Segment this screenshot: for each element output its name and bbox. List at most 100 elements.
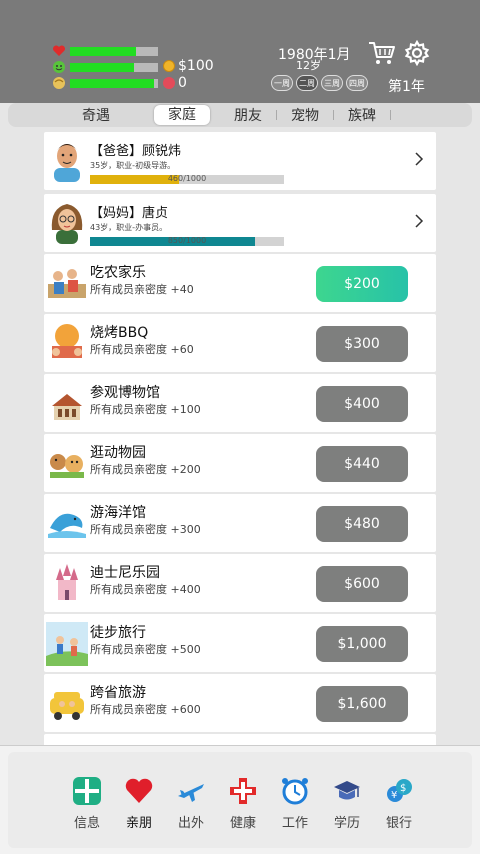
health-bar-fill [70,46,136,56]
info-grid-icon [73,777,101,805]
mom-avatar [51,204,83,244]
activity-name: 逛动物园 [90,445,146,461]
activity-description: 所有成员亲密度 +100 [90,403,201,416]
zoo-image [50,454,84,478]
road-trip-car-image [50,692,84,720]
tab-divider [390,110,391,120]
mood-bar [70,62,158,72]
nav-travel[interactable]: 出外 [166,776,216,831]
intimacy-bar: 850/1000 [90,236,284,246]
svg-text:$: $ [400,783,406,794]
smart-bar-fill [70,78,154,88]
bottom-nav-panel: 信息 亲朋 出外 健康 工作 学历 ¥ $ 银行 [8,752,472,848]
nav-health[interactable]: 健康 [218,776,268,831]
graduation-cap-icon [334,781,360,800]
buy-activity-button[interactable]: $600 [316,566,408,602]
activity-card: 烧烤BBQ 所有成员亲密度 +60 $300 [44,314,436,372]
family-member-card[interactable]: 【爸爸】顾锐炜 35岁，职业-初级导游。 460/1000 [44,132,436,190]
mood-bar-fill [70,62,135,72]
chevron-right-icon[interactable] [414,214,424,228]
currency-exchange-icon: ¥$ [387,779,412,802]
nav-label: 银行 [385,816,412,831]
coin-icon [163,60,175,72]
tab-monument[interactable]: 族碑 [334,105,390,125]
heart-icon [52,45,66,56]
week-indicator: 一周 二周 三周 四周 [271,75,368,91]
activity-description: 所有成员亲密度 +400 [90,583,201,596]
buy-activity-button[interactable]: $480 [316,506,408,542]
member-description: 35岁，职业-初级导游。 [90,161,176,170]
nav-work[interactable]: 工作 [270,776,320,831]
activity-description: 所有成员亲密度 +300 [90,523,201,536]
activity-name: 徒步旅行 [90,625,146,641]
heart-coin-icon [163,77,175,89]
activity-description: 所有成员亲密度 +40 [90,283,194,296]
activity-description: 所有成员亲密度 +200 [90,463,201,476]
player-age: 12岁 [296,59,321,72]
nav-label: 信息 [73,816,100,831]
brain-head-icon [53,77,65,89]
nav-family[interactable]: 亲朋 [114,776,164,831]
activity-description: 所有成员亲密度 +500 [90,643,201,656]
nav-info[interactable]: 信息 [62,776,112,831]
activity-card: 参观博物馆 所有成员亲密度 +100 $400 [44,374,436,432]
activity-card: 徒步旅行 所有成员亲密度 +500 $1,000 [44,614,436,672]
airplane-icon [178,784,204,802]
nav-label: 亲朋 [125,816,152,831]
buy-activity-button[interactable]: $1,600 [316,686,408,722]
nav-label: 健康 [229,816,256,831]
hearts-value: 0 [178,75,187,91]
year-counter: 第1年 [388,79,425,95]
buy-activity-button[interactable]: $300 [316,326,408,362]
activity-name: 游海洋馆 [90,505,146,521]
tab-pets[interactable]: 宠物 [277,105,333,125]
farm-meal-image [48,269,86,298]
chevron-right-icon[interactable] [414,152,424,166]
status-header: $100 0 1980年1月 12岁 一周 二周 三周 四周 第1年 [0,0,480,103]
nav-bank[interactable]: ¥ $ 银行 [374,776,424,831]
nav-label: 出外 [177,816,204,831]
activity-name: 参观博物馆 [90,385,160,401]
intimacy-value: 850/1000 [167,236,207,245]
money-value: $100 [178,58,214,74]
week-4: 四周 [346,75,368,91]
cart-icon[interactable] [368,40,396,66]
heart-icon [125,778,153,803]
buy-activity-button[interactable]: $400 [316,386,408,422]
smiley-face-icon [53,61,65,73]
member-description: 43岁，职业-办事员。 [90,223,168,232]
family-member-card[interactable]: 【妈妈】唐贞 43岁，职业-办事员。 850/1000 [44,194,436,252]
activity-name: 烧烤BBQ [90,325,149,341]
bbq-image [52,324,82,358]
health-stat [52,44,158,58]
bottom-navigation: 信息 亲朋 出外 健康 工作 学历 ¥ $ 银行 [0,745,480,854]
gear-icon[interactable] [404,40,430,66]
hearts-display: 0 [163,75,187,91]
svg-text:¥: ¥ [391,790,397,801]
nav-education[interactable]: 学历 [322,776,372,831]
intimacy-value: 460/1000 [167,174,207,183]
medical-cross-icon [230,778,256,804]
activity-card: 游海洋馆 所有成员亲密度 +300 $480 [44,494,436,552]
activity-name: 跨省旅游 [90,685,146,701]
activity-card: 吃农家乐 所有成员亲密度 +40 $200 [44,254,436,312]
aquarium-image [48,513,86,538]
week-1: 一周 [271,75,293,91]
activity-description: 所有成员亲密度 +60 [90,343,194,356]
buy-activity-button[interactable]: $440 [316,446,408,482]
nav-label: 学历 [333,816,360,831]
alarm-clock-icon [282,778,308,805]
smart-bar [70,78,158,88]
week-3: 三周 [321,75,343,91]
buy-activity-button[interactable]: $1,000 [316,626,408,662]
buy-activity-button[interactable]: $200 [316,266,408,302]
tab-friends[interactable]: 朋友 [220,105,276,125]
dad-avatar [54,144,80,182]
activity-card: 跨省旅游 所有成员亲密度 +600 $1,600 [44,674,436,732]
tab-family[interactable]: 家庭 [154,105,210,125]
activity-name: 吃农家乐 [90,265,146,281]
tab-adventure[interactable]: 奇遇 [68,105,124,125]
mood-stat [52,60,158,74]
money-display: $100 [163,58,214,74]
member-name: 【妈妈】唐贞 [90,206,169,221]
